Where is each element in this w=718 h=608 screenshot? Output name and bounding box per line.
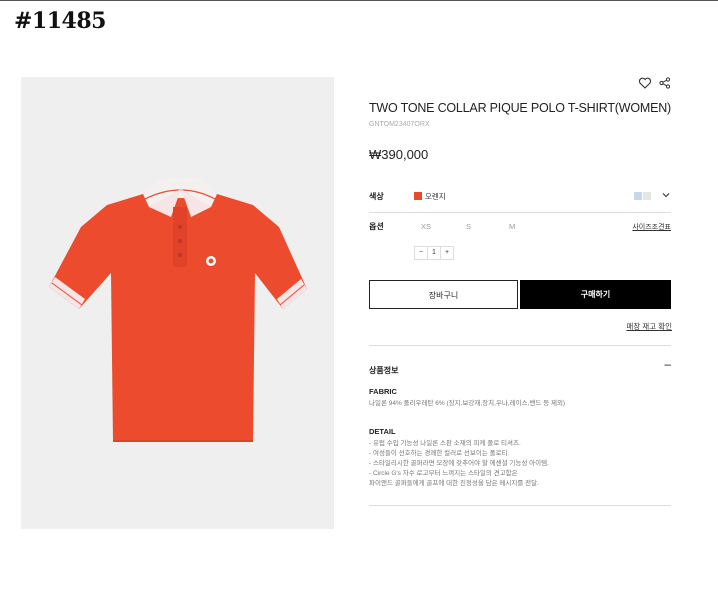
top-border (0, 0, 718, 1)
stock-check-link[interactable]: 매장 재고 확인 (626, 321, 672, 332)
qty-plus-button[interactable]: + (441, 247, 453, 259)
polo-shirt-illustration (49, 177, 307, 442)
color-label: 색상 (369, 192, 384, 201)
size-option-m[interactable]: M (509, 222, 515, 231)
detail-line: - 여성들이 선호하는 경쾌한 컬러로 선보이는 폴로티. (369, 450, 510, 457)
color-thumb[interactable] (643, 192, 651, 200)
detail-line: - 유럽 수입 기능성 나일론 스판 소재의 피케 폴로 티셔츠. (369, 440, 521, 447)
qty-value[interactable]: 1 (427, 247, 441, 259)
divider (369, 345, 671, 346)
product-price: ₩390,000 (369, 147, 429, 162)
detail-title: DETAIL (369, 427, 396, 436)
color-selector[interactable]: 색상 오렌지 (369, 191, 671, 203)
size-selector: 옵션 XS S M 사이즈조견표 (369, 221, 671, 233)
detail-line: 파이앤드 골퍼들에게 골프에 대한 진정성을 담은 메시지를 전달. (369, 480, 539, 487)
color-thumb[interactable] (634, 192, 642, 200)
size-guide-link[interactable]: 사이즈조견표 (632, 222, 671, 232)
size-option-s[interactable]: S (466, 222, 471, 231)
share-icon[interactable] (658, 76, 672, 90)
detail-line: - 스타일리시한 골퍼라면 모장에 갖추어야 할 에센셜 기능성 아이템. (369, 460, 549, 467)
color-value: 오렌지 (425, 192, 446, 201)
divider (369, 505, 671, 506)
product-info-title: 상품정보 (369, 366, 399, 375)
size-label: 옵션 (369, 222, 384, 231)
buy-now-button[interactable]: 구매하기 (520, 280, 671, 309)
qty-minus-button[interactable]: − (415, 247, 427, 259)
collapse-icon[interactable]: – (664, 357, 671, 371)
product-image[interactable] (21, 77, 334, 529)
heart-icon[interactable] (638, 76, 652, 90)
size-option-xs[interactable]: XS (421, 222, 431, 231)
detail-line: - Circle G's 자수 로고부터 느껴지는 스타일의 견고함은 (369, 470, 518, 477)
product-info-header[interactable]: 상품정보 – (369, 357, 671, 375)
product-actions (638, 76, 672, 90)
quantity-stepper: − 1 + (414, 246, 454, 260)
add-to-cart-button[interactable]: 장바구니 (369, 280, 518, 309)
color-swatch (414, 192, 422, 200)
color-thumbnails (634, 192, 651, 200)
product-code: GNTOM23407ORX (369, 121, 430, 128)
fabric-title: FABRIC (369, 387, 397, 396)
divider (369, 212, 671, 213)
product-title: TWO TONE COLLAR PIQUE POLO T-SHIRT(WOMEN… (369, 101, 672, 115)
fabric-text: 나일론 94% 폴리우레탄 6% (장지,보강재,장치,우나,레이스,밴드 등 … (369, 400, 566, 407)
chevron-down-icon[interactable] (661, 190, 671, 200)
post-id: #11485 (14, 8, 106, 34)
